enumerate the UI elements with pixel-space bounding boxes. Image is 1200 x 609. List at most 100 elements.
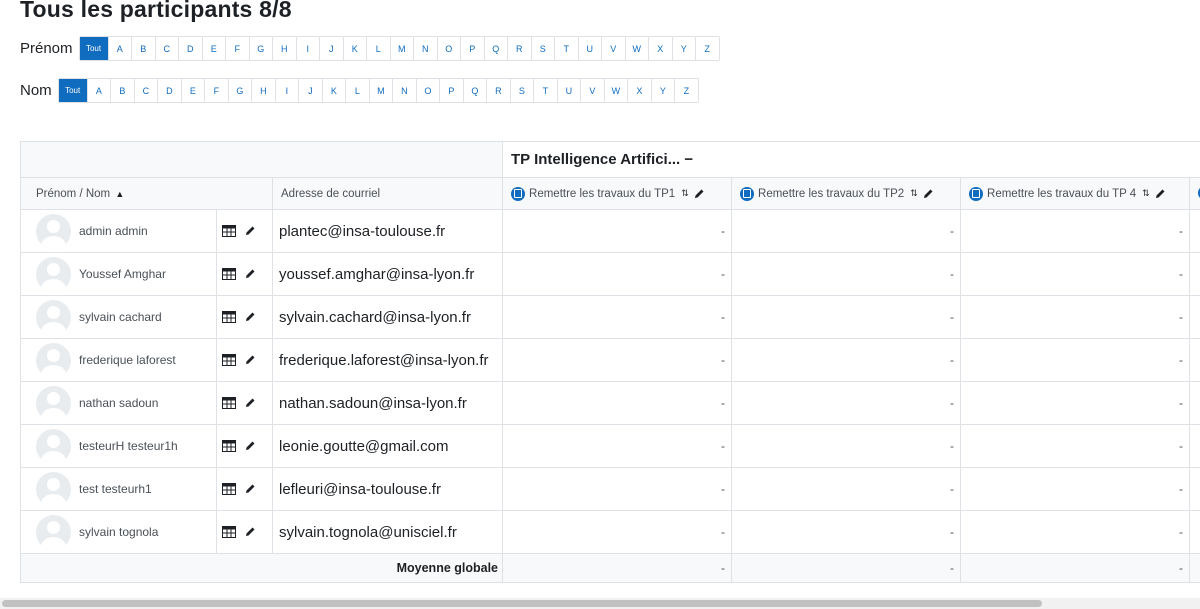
table-icon[interactable] (222, 397, 236, 409)
grade-cell[interactable]: - (502, 510, 733, 554)
lastname-letter-i[interactable]: I (274, 79, 299, 102)
lastname-letter-h[interactable]: H (251, 79, 275, 102)
category-header[interactable]: TP Intelligence Artifici... − (502, 141, 1200, 178)
firstname-letter-i[interactable]: I (295, 37, 320, 60)
firstname-letter-e[interactable]: E (201, 37, 226, 60)
grade-cell[interactable]: - (731, 252, 962, 296)
firstname-letter-j[interactable]: J (319, 37, 343, 60)
pencil-icon[interactable] (244, 397, 256, 409)
assignment-column-header-1[interactable]: Remettre les travaux du TP1 ⇅ (502, 177, 733, 210)
grade-cell[interactable]: - (731, 467, 962, 511)
email-column-header[interactable]: Adresse de courriel (271, 177, 504, 210)
firstname-letter-c[interactable]: C (154, 37, 179, 60)
grade-cell[interactable]: - (960, 338, 1191, 382)
pencil-icon[interactable] (244, 268, 256, 280)
assignment-column-header-2[interactable]: Remettre les travaux du TP2 ⇅ (731, 177, 962, 210)
grade-cell[interactable]: - (731, 295, 962, 339)
avatar[interactable] (36, 385, 71, 421)
pencil-icon[interactable] (244, 483, 256, 495)
firstname-letter-v[interactable]: V (601, 37, 625, 60)
firstname-letter-l[interactable]: L (366, 37, 390, 60)
firstname-letter-g[interactable]: G (248, 37, 273, 60)
grade-cell[interactable]: - (502, 424, 733, 468)
firstname-letter-s[interactable]: S (530, 37, 555, 60)
sort-icon[interactable]: ⇅ (910, 188, 918, 199)
grade-cell[interactable]: - (960, 467, 1191, 511)
pencil-icon[interactable] (1154, 188, 1166, 200)
lastname-letter-d[interactable]: D (157, 79, 181, 102)
pencil-icon[interactable] (244, 311, 256, 323)
grade-cell[interactable]: - (731, 209, 962, 253)
grade-cell[interactable]: - (731, 381, 962, 425)
sort-icon[interactable]: ⇅ (1142, 188, 1150, 199)
grade-cell[interactable]: - (960, 381, 1191, 425)
table-icon[interactable] (222, 440, 236, 452)
firstname-letter-x[interactable]: X (648, 37, 672, 60)
grade-cell-partial[interactable] (1189, 252, 1200, 296)
grade-cell[interactable]: - (960, 510, 1191, 554)
firstname-letter-w[interactable]: W (624, 37, 649, 60)
avatar[interactable] (36, 256, 71, 292)
grade-cell[interactable]: - (960, 252, 1191, 296)
sort-icon[interactable]: ⇅ (681, 188, 689, 199)
lastname-letter-w[interactable]: W (603, 79, 628, 102)
grade-cell[interactable]: - (502, 381, 733, 425)
grade-cell[interactable]: - (502, 467, 733, 511)
table-icon[interactable] (222, 311, 236, 323)
grade-cell[interactable]: - (960, 424, 1191, 468)
avatar[interactable] (36, 471, 71, 507)
avatar[interactable] (36, 213, 71, 249)
sort-up-icon[interactable]: ▲ (115, 189, 124, 199)
grade-cell-partial[interactable] (1189, 510, 1200, 554)
pencil-icon[interactable] (693, 188, 705, 200)
assignment-header-label[interactable]: Remettre les travaux du TP1 (529, 188, 675, 200)
firstname-letter-u[interactable]: U (577, 37, 602, 60)
lastname-letter-u[interactable]: U (556, 79, 581, 102)
lastname-letter-l[interactable]: L (345, 79, 369, 102)
grade-cell[interactable]: - (960, 209, 1191, 253)
firstname-letter-b[interactable]: B (131, 37, 155, 60)
lastname-letter-f[interactable]: F (204, 79, 228, 102)
pencil-icon[interactable] (922, 188, 934, 200)
firstname-letter-all[interactable]: Tout (79, 37, 108, 60)
grade-cell-partial[interactable] (1189, 338, 1200, 382)
firstname-letter-d[interactable]: D (178, 37, 202, 60)
assignment-header-label[interactable]: Remettre les travaux du TP 4 (987, 188, 1136, 200)
lastname-letter-c[interactable]: C (133, 79, 158, 102)
grade-cell[interactable]: - (502, 252, 733, 296)
lastname-letter-v[interactable]: V (580, 79, 604, 102)
pencil-icon[interactable] (244, 225, 256, 237)
scrollbar-thumb[interactable] (2, 600, 1042, 607)
lastname-letter-t[interactable]: T (533, 79, 557, 102)
user-name-link[interactable]: test testeurh1 (79, 482, 152, 496)
lastname-letter-k[interactable]: K (321, 79, 346, 102)
avatar[interactable] (36, 299, 71, 335)
name-column-header[interactable]: Prénom / Nom ▲ (20, 177, 273, 210)
firstname-letter-y[interactable]: Y (671, 37, 696, 60)
user-name-link[interactable]: frederique laforest (79, 353, 176, 367)
lastname-letter-o[interactable]: O (415, 79, 440, 102)
table-icon[interactable] (222, 225, 236, 237)
firstname-letter-q[interactable]: Q (483, 37, 508, 60)
pencil-icon[interactable] (244, 526, 256, 538)
next-column-header-partial[interactable] (1189, 177, 1200, 210)
lastname-letter-n[interactable]: N (392, 79, 416, 102)
avatar[interactable] (36, 428, 71, 464)
lastname-letter-q[interactable]: Q (462, 79, 487, 102)
user-name-link[interactable]: testeurH testeur1h (79, 439, 178, 453)
avatar[interactable] (36, 514, 71, 550)
grade-cell[interactable]: - (731, 510, 962, 554)
lastname-letter-s[interactable]: S (509, 79, 534, 102)
table-icon[interactable] (222, 354, 236, 366)
grade-cell-partial[interactable] (1189, 209, 1200, 253)
table-icon[interactable] (222, 526, 236, 538)
firstname-letter-n[interactable]: N (413, 37, 437, 60)
grade-cell-partial[interactable] (1189, 424, 1200, 468)
lastname-letter-j[interactable]: J (298, 79, 322, 102)
grade-cell[interactable]: - (502, 209, 733, 253)
lastname-letter-r[interactable]: R (486, 79, 510, 102)
user-name-link[interactable]: sylvain tognola (79, 525, 158, 539)
assignment-column-header-3[interactable]: Remettre les travaux du TP 4 ⇅ (960, 177, 1191, 210)
grade-cell-partial[interactable] (1189, 381, 1200, 425)
firstname-letter-k[interactable]: K (342, 37, 367, 60)
